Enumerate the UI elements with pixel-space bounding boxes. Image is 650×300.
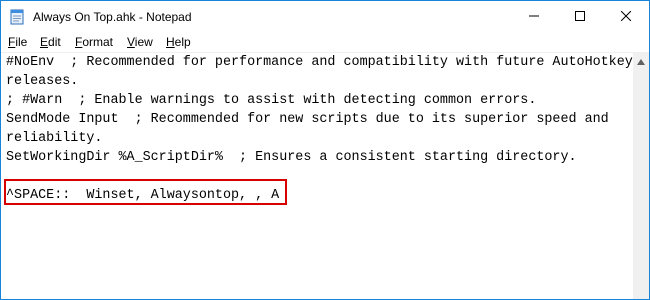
scroll-up-arrow-icon [637,52,645,70]
menu-file[interactable]: File [8,33,27,52]
notepad-icon [9,9,25,25]
scroll-up-button[interactable] [633,53,649,69]
minimize-icon [529,8,539,26]
minimize-button[interactable] [511,1,557,33]
close-icon [620,8,632,26]
menu-format[interactable]: Format [75,33,113,52]
vertical-scrollbar[interactable] [633,53,649,299]
menu-bar: File Edit Format View Help [1,33,649,52]
maximize-button[interactable] [557,1,603,33]
title-bar[interactable]: Always On Top.ahk - Notepad [1,1,649,33]
editor-line: reliability. [6,131,103,146]
editor-line: releases. [6,74,79,89]
text-editor[interactable]: #NoEnv ; Recommended for performance and… [1,53,633,299]
window-title: Always On Top.ahk - Notepad [33,10,192,24]
highlight-annotation-box [4,179,287,205]
editor-line: #NoEnv ; Recommended for performance and… [6,55,633,70]
close-button[interactable] [603,1,649,33]
menu-view[interactable]: View [127,33,153,52]
editor-line: ; #Warn ; Enable warnings to assist with… [6,93,537,108]
menu-help[interactable]: Help [166,33,191,52]
menu-edit[interactable]: Edit [40,33,61,52]
maximize-icon [575,8,585,26]
notepad-window: Always On Top.ahk - Notepad File Edit Fo… [0,0,650,300]
editor-line: SendMode Input ; Recommended for new scr… [6,112,609,127]
editor-line: SetWorkingDir %A_ScriptDir% ; Ensures a … [6,150,577,165]
